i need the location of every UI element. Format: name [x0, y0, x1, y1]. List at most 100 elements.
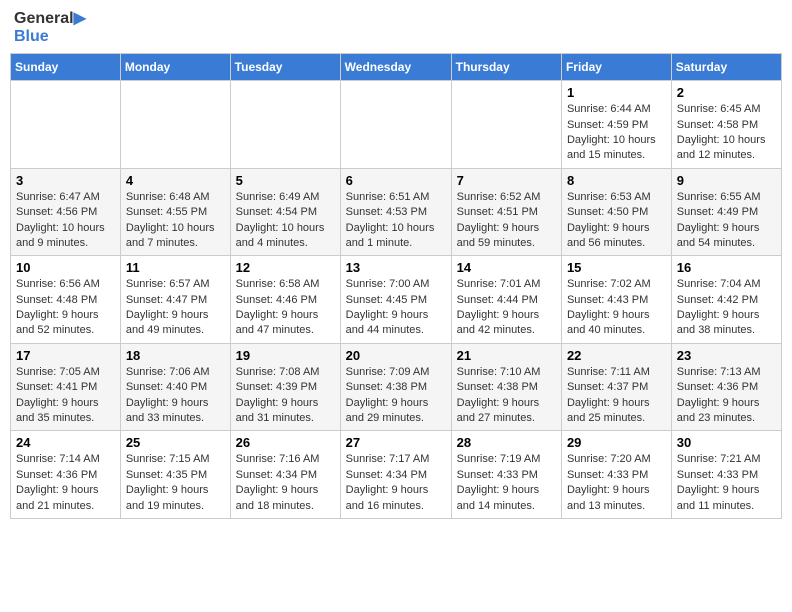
day-number: 22: [567, 348, 666, 363]
calendar-cell: 26 Sunrise: 7:16 AM Sunset: 4:34 PM Dayli…: [230, 431, 340, 519]
day-number: 23: [677, 348, 776, 363]
calendar-cell: 4 Sunrise: 6:48 AM Sunset: 4:55 PM Daylig…: [120, 168, 230, 256]
day-number: 25: [126, 435, 225, 450]
day-of-week-header: Thursday: [451, 54, 561, 81]
day-info: Sunrise: 7:00 AM Sunset: 4:45 PM Dayligh…: [346, 277, 446, 339]
calendar-cell: 15 Sunrise: 7:02 AM Sunset: 4:43 PM Dayli…: [561, 256, 671, 344]
calendar-cell: 7 Sunrise: 6:52 AM Sunset: 4:51 PM Daylig…: [451, 168, 561, 256]
day-number: 13: [346, 260, 446, 275]
day-info: Sunrise: 6:55 AM Sunset: 4:49 PM Dayligh…: [677, 190, 776, 252]
calendar-cell: 25Sunrise: 7:15 AM Sunset: 4:35 PM Dayli…: [120, 431, 230, 519]
calendar-cell: 10 Sunrise: 6:56 AM Sunset: 4:48 PM Dayli…: [11, 256, 121, 344]
day-info: Sunrise: 7:11 AM Sunset: 4:37 PM Dayligh…: [567, 365, 666, 427]
day-number: 2: [677, 85, 776, 100]
day-info: Sunrise: 7:01 AM Sunset: 4:44 PM Dayligh…: [457, 277, 556, 339]
day-info: Sunrise: 7:05 AM Sunset: 4:41 PM Dayligh…: [16, 365, 115, 427]
day-number: 26: [236, 435, 335, 450]
day-number: 16: [677, 260, 776, 275]
calendar-cell: 13 Sunrise: 7:00 AM Sunset: 4:45 PM Dayli…: [340, 256, 451, 344]
calendar-week-row: 24Sunrise: 7:14 AM Sunset: 4:36 PM Dayli…: [11, 431, 782, 519]
calendar-cell: 1Sunrise: 6:44 AM Sunset: 4:59 PM Daylig…: [561, 81, 671, 169]
day-info: Sunrise: 7:16 AM Sunset: 4:34 PM Dayligh…: [236, 452, 335, 514]
day-info: Sunrise: 7:13 AM Sunset: 4:36 PM Dayligh…: [677, 365, 776, 427]
logo: General▶ Blue: [14, 10, 86, 45]
day-of-week-header: Sunday: [11, 54, 121, 81]
day-number: 24: [16, 435, 115, 450]
day-number: 7: [457, 173, 556, 188]
day-number: 6: [346, 173, 446, 188]
calendar-cell: 30 Sunrise: 7:21 AM Sunset: 4:33 PM Dayli…: [671, 431, 781, 519]
logo-general: General▶: [14, 10, 86, 28]
calendar-cell: 20 Sunrise: 7:09 AM Sunset: 4:38 PM Dayli…: [340, 343, 451, 431]
calendar-cell: 27 Sunrise: 7:17 AM Sunset: 4:34 PM Dayli…: [340, 431, 451, 519]
day-number: 27: [346, 435, 446, 450]
day-info: Sunrise: 7:10 AM Sunset: 4:38 PM Dayligh…: [457, 365, 556, 427]
day-info: Sunrise: 7:09 AM Sunset: 4:38 PM Dayligh…: [346, 365, 446, 427]
day-info: Sunrise: 7:20 AM Sunset: 4:33 PM Dayligh…: [567, 452, 666, 514]
calendar-cell: [340, 81, 451, 169]
calendar-cell: 8Sunrise: 6:53 AM Sunset: 4:50 PM Daylig…: [561, 168, 671, 256]
day-info: Sunrise: 6:56 AM Sunset: 4:48 PM Dayligh…: [16, 277, 115, 339]
day-number: 30: [677, 435, 776, 450]
day-info: Sunrise: 6:52 AM Sunset: 4:51 PM Dayligh…: [457, 190, 556, 252]
day-number: 9: [677, 173, 776, 188]
day-number: 3: [16, 173, 115, 188]
day-info: Sunrise: 6:51 AM Sunset: 4:53 PM Dayligh…: [346, 190, 446, 252]
day-of-week-header: Saturday: [671, 54, 781, 81]
calendar-cell: 5 Sunrise: 6:49 AM Sunset: 4:54 PM Daylig…: [230, 168, 340, 256]
calendar-cell: 29 Sunrise: 7:20 AM Sunset: 4:33 PM Dayli…: [561, 431, 671, 519]
day-number: 28: [457, 435, 556, 450]
day-number: 14: [457, 260, 556, 275]
calendar-cell: 21Sunrise: 7:10 AM Sunset: 4:38 PM Dayli…: [451, 343, 561, 431]
calendar-header-row: SundayMondayTuesdayWednesdayThursdayFrid…: [11, 54, 782, 81]
calendar-cell: 17 Sunrise: 7:05 AM Sunset: 4:41 PM Dayli…: [11, 343, 121, 431]
day-info: Sunrise: 7:04 AM Sunset: 4:42 PM Dayligh…: [677, 277, 776, 339]
calendar-cell: [451, 81, 561, 169]
day-number: 15: [567, 260, 666, 275]
day-number: 17: [16, 348, 115, 363]
calendar-cell: [11, 81, 121, 169]
calendar-cell: 2 Sunrise: 6:45 AM Sunset: 4:58 PM Daylig…: [671, 81, 781, 169]
day-number: 18: [126, 348, 225, 363]
logo-blue: Blue: [14, 28, 86, 46]
day-number: 20: [346, 348, 446, 363]
day-of-week-header: Monday: [120, 54, 230, 81]
day-info: Sunrise: 7:02 AM Sunset: 4:43 PM Dayligh…: [567, 277, 666, 339]
logo-wrapper: General▶ Blue: [14, 10, 86, 45]
day-info: Sunrise: 6:58 AM Sunset: 4:46 PM Dayligh…: [236, 277, 335, 339]
day-info: Sunrise: 7:21 AM Sunset: 4:33 PM Dayligh…: [677, 452, 776, 514]
calendar-cell: 3 Sunrise: 6:47 AM Sunset: 4:56 PM Daylig…: [11, 168, 121, 256]
header: General▶ Blue: [10, 10, 782, 45]
calendar-week-row: 10 Sunrise: 6:56 AM Sunset: 4:48 PM Dayli…: [11, 256, 782, 344]
calendar-week-row: 3 Sunrise: 6:47 AM Sunset: 4:56 PM Daylig…: [11, 168, 782, 256]
day-number: 10: [16, 260, 115, 275]
day-info: Sunrise: 6:57 AM Sunset: 4:47 PM Dayligh…: [126, 277, 225, 339]
calendar-cell: 9 Sunrise: 6:55 AM Sunset: 4:49 PM Daylig…: [671, 168, 781, 256]
calendar-cell: [120, 81, 230, 169]
day-info: Sunrise: 7:17 AM Sunset: 4:34 PM Dayligh…: [346, 452, 446, 514]
day-number: 29: [567, 435, 666, 450]
day-info: Sunrise: 6:45 AM Sunset: 4:58 PM Dayligh…: [677, 102, 776, 164]
day-info: Sunrise: 6:49 AM Sunset: 4:54 PM Dayligh…: [236, 190, 335, 252]
day-of-week-header: Tuesday: [230, 54, 340, 81]
calendar-cell: 23 Sunrise: 7:13 AM Sunset: 4:36 PM Dayli…: [671, 343, 781, 431]
calendar-cell: 11Sunrise: 6:57 AM Sunset: 4:47 PM Dayli…: [120, 256, 230, 344]
day-info: Sunrise: 7:19 AM Sunset: 4:33 PM Dayligh…: [457, 452, 556, 514]
day-info: Sunrise: 6:47 AM Sunset: 4:56 PM Dayligh…: [16, 190, 115, 252]
calendar-table: SundayMondayTuesdayWednesdayThursdayFrid…: [10, 53, 782, 519]
calendar-cell: 6 Sunrise: 6:51 AM Sunset: 4:53 PM Daylig…: [340, 168, 451, 256]
day-number: 19: [236, 348, 335, 363]
calendar-cell: 28 Sunrise: 7:19 AM Sunset: 4:33 PM Dayli…: [451, 431, 561, 519]
calendar-cell: [230, 81, 340, 169]
day-number: 5: [236, 173, 335, 188]
day-number: 8: [567, 173, 666, 188]
calendar-cell: 12Sunrise: 6:58 AM Sunset: 4:46 PM Dayli…: [230, 256, 340, 344]
calendar-cell: 18Sunrise: 7:06 AM Sunset: 4:40 PM Dayli…: [120, 343, 230, 431]
calendar-week-row: 17 Sunrise: 7:05 AM Sunset: 4:41 PM Dayli…: [11, 343, 782, 431]
calendar-cell: 24Sunrise: 7:14 AM Sunset: 4:36 PM Dayli…: [11, 431, 121, 519]
calendar-week-row: 1Sunrise: 6:44 AM Sunset: 4:59 PM Daylig…: [11, 81, 782, 169]
day-of-week-header: Wednesday: [340, 54, 451, 81]
calendar-cell: 22 Sunrise: 7:11 AM Sunset: 4:37 PM Dayli…: [561, 343, 671, 431]
day-number: 4: [126, 173, 225, 188]
day-info: Sunrise: 6:48 AM Sunset: 4:55 PM Dayligh…: [126, 190, 225, 252]
